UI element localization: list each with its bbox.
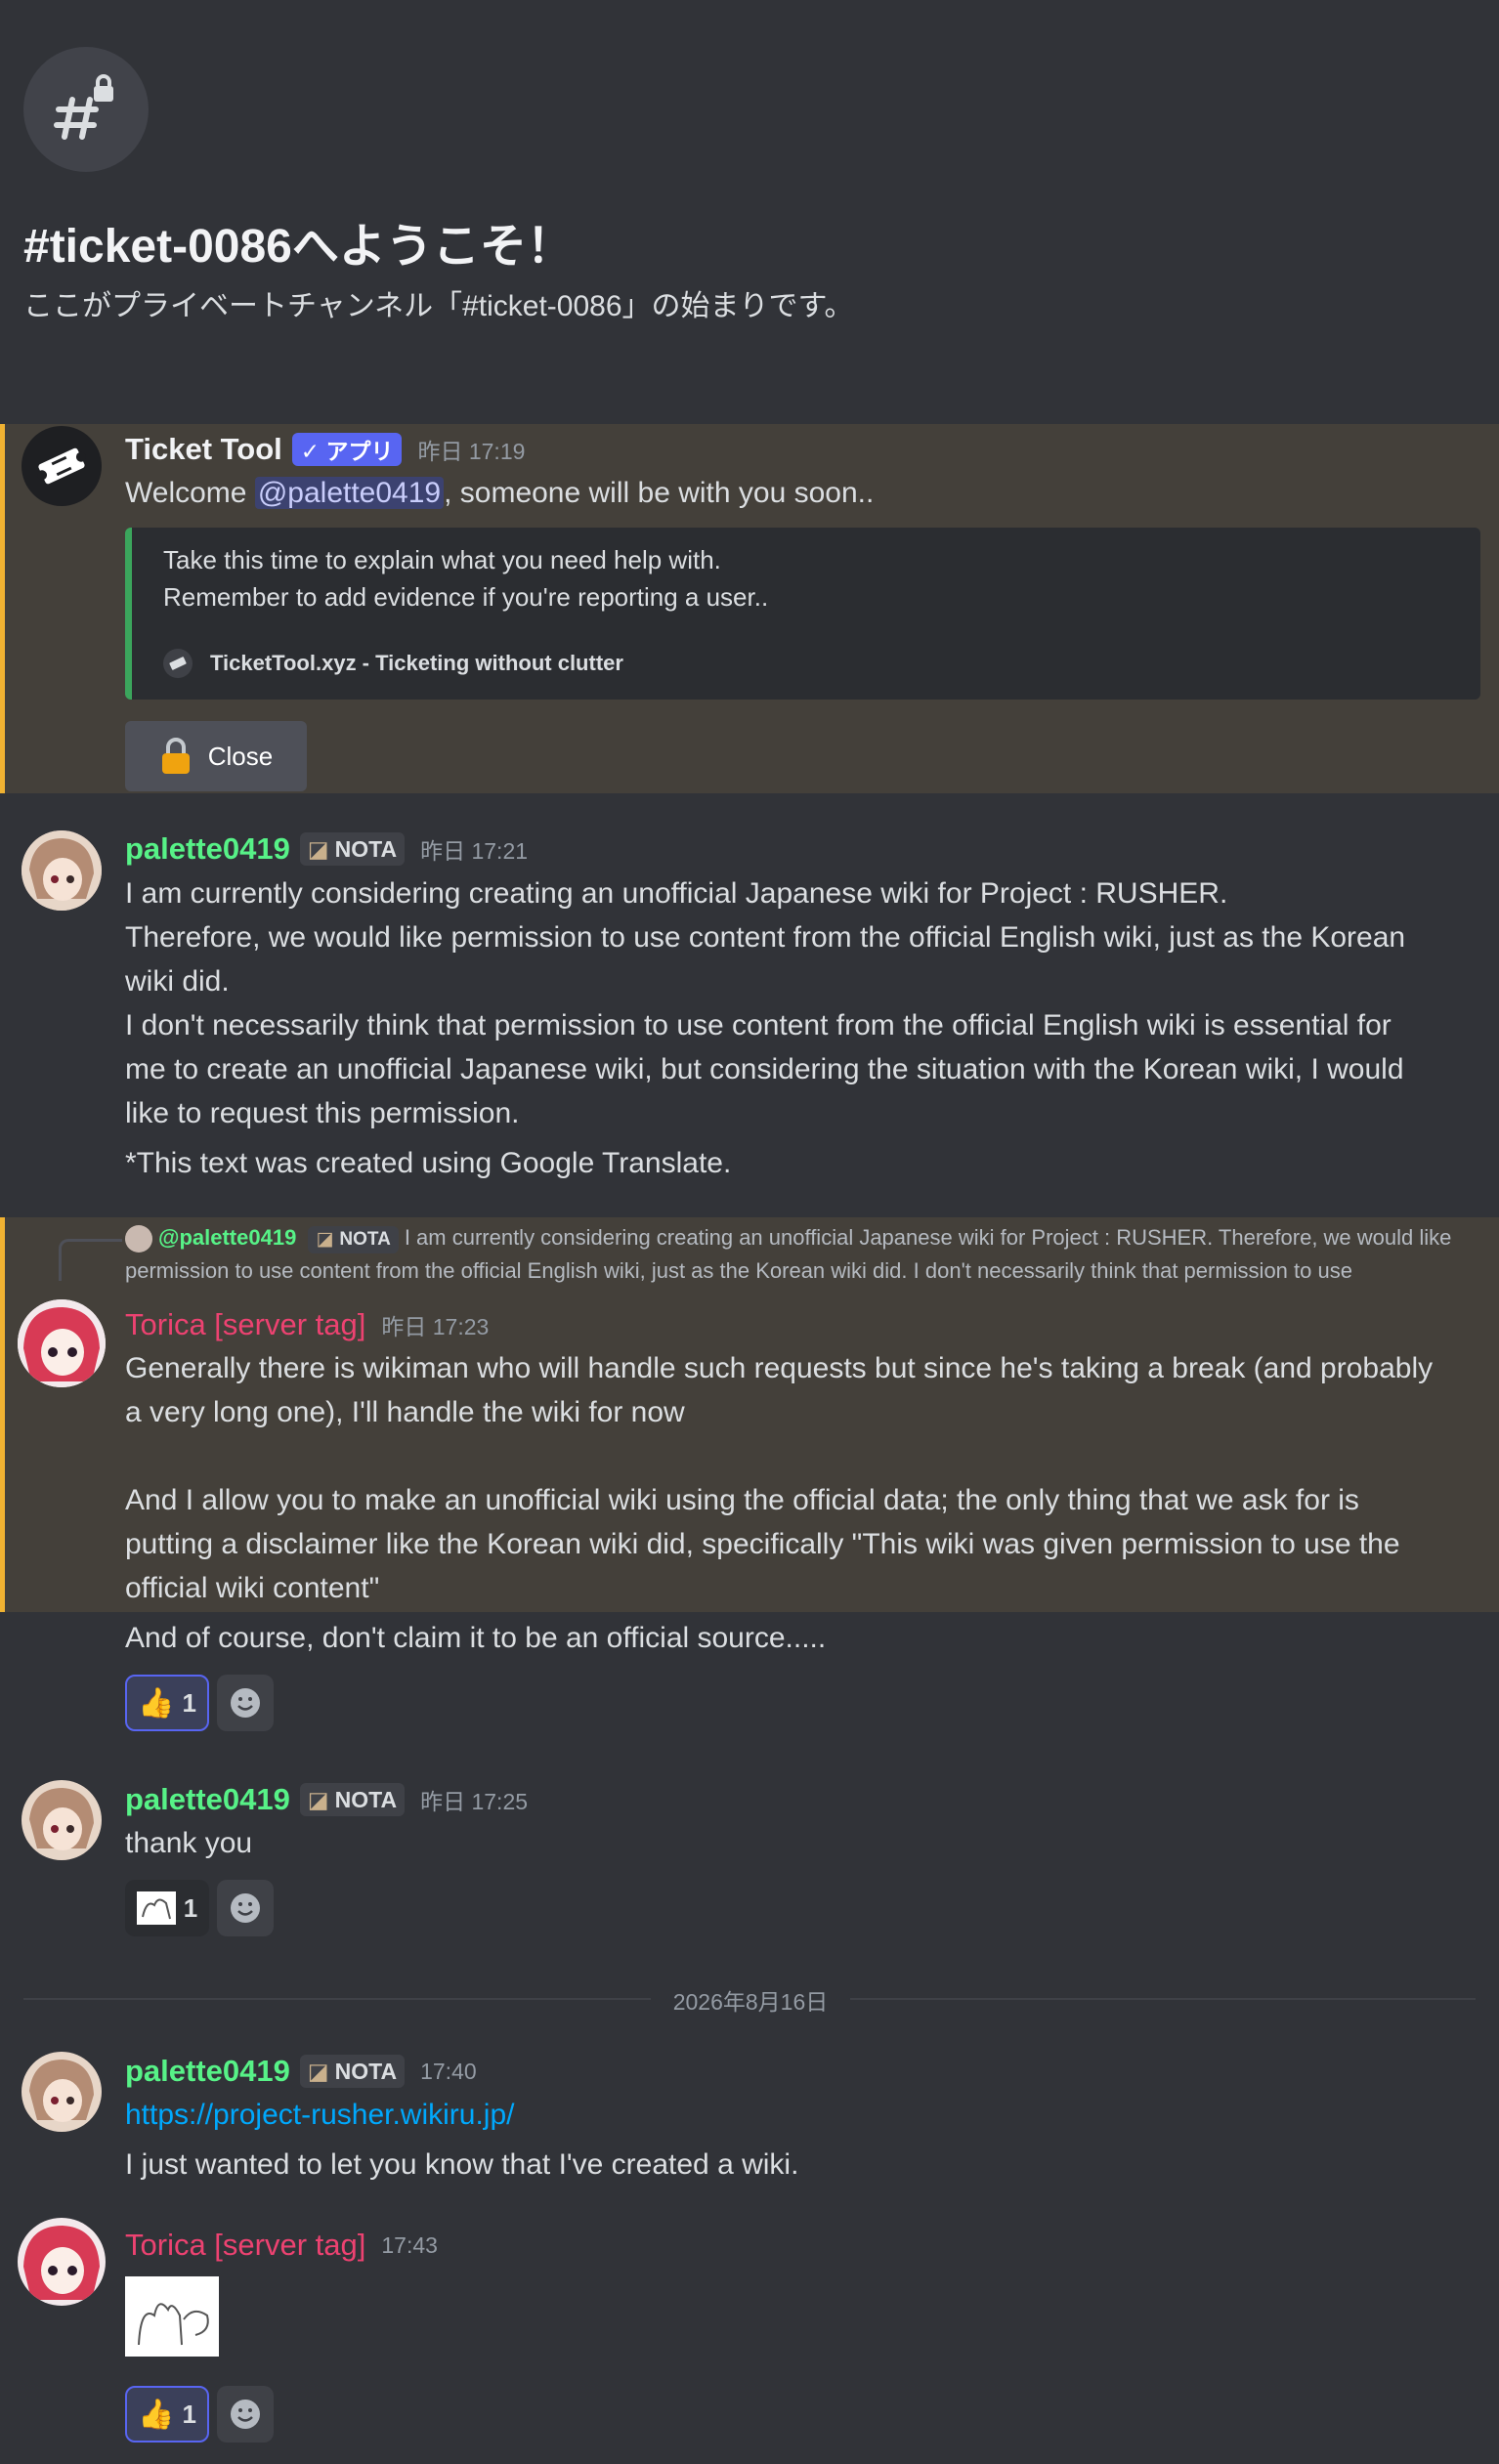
timestamp: 17:43 [381, 2231, 438, 2258]
message-line: *This text was created using Google Tran… [125, 1147, 732, 1179]
welcome-title: #ticket-0086へようこそ！ [23, 221, 574, 273]
message-line: And I allow you to make an unofficial wi… [125, 1484, 1359, 1516]
message-line: official wiki content" [125, 1572, 380, 1604]
torica-avatar[interactable] [18, 1299, 106, 1387]
reaction-count: 1 [182, 1687, 196, 1718]
server-tag: ◪ NOTA [299, 832, 406, 866]
reaction-thumbs-up[interactable]: 👍 1 [125, 1675, 209, 1731]
shell-icon: ◪ [307, 1786, 329, 1812]
smiley-icon [231, 1893, 260, 1923]
timestamp: 昨日 17:25 [420, 1789, 529, 1814]
timestamp: 昨日 17:19 [417, 439, 526, 464]
lock-icon [161, 738, 190, 774]
server-tag: ◪ NOTA [299, 2055, 406, 2088]
embed-line: Remember to add evidence if you're repor… [163, 582, 769, 612]
add-reaction-button[interactable] [217, 1880, 274, 1936]
welcome-subtitle: ここがプライベートチャンネル「#ticket-0086」の始まりです。 [23, 290, 854, 322]
reply-connector [59, 1239, 122, 1281]
embed-footer: TicketTool.xyz - Ticketing without clutt… [163, 649, 623, 678]
server-tag: ◪ NOTA [308, 1226, 399, 1253]
wiki-link[interactable]: https://project-rusher.wikiru.jp/ [125, 2093, 514, 2137]
author-name[interactable]: palette0419 [125, 2054, 290, 2089]
message-line: me to create an unofficial Japanese wiki… [125, 1053, 1404, 1085]
private-channel-hash-icon [54, 74, 113, 140]
add-reaction-button[interactable] [217, 2386, 274, 2443]
message-line: wiki did. [125, 965, 230, 998]
sketch-emoji-icon [136, 1891, 176, 1925]
embed-footer-text: TicketTool.xyz - Ticketing without clutt… [210, 651, 623, 675]
reaction-thumbs-up[interactable]: 👍 1 [125, 2386, 209, 2443]
close-button-label: Close [207, 741, 274, 771]
ticket-footer-icon [163, 649, 193, 678]
reaction-count: 1 [182, 2399, 196, 2429]
reply-preview[interactable]: @palette0419 ◪ NOTA I am currently conside… [125, 1221, 1474, 1288]
message-text: Welcome @palette0419, someone will be wi… [125, 471, 874, 515]
thumbs-up-icon: 👍 [138, 1686, 175, 1720]
reactions: 1 [125, 1880, 274, 1936]
message-line: I am currently considering creating an u… [125, 877, 1228, 910]
reply-author: @palette0419 [158, 1225, 297, 1250]
embed: Take this time to explain what you need … [125, 528, 1480, 700]
server-tag-label: NOTA [334, 2058, 398, 2084]
reactions: 👍 1 [125, 1675, 274, 1731]
shell-icon: ◪ [316, 1229, 334, 1250]
attached-image[interactable] [125, 2276, 219, 2357]
ticket-icon [37, 447, 86, 485]
anime-avatar-icon [21, 2052, 102, 2132]
embed-description: Take this time to explain what you need … [163, 541, 768, 616]
reaction-custom-emoji[interactable]: 1 [125, 1880, 209, 1936]
author-name[interactable]: palette0419 [125, 1782, 290, 1817]
anime-avatar-icon [21, 1780, 102, 1860]
shell-icon: ◪ [307, 2058, 329, 2084]
server-tag-label: NOTA [339, 1229, 391, 1250]
message-text: Generally there is wikiman who will hand… [125, 1346, 1483, 1660]
anime-avatar-icon [21, 830, 102, 911]
sketch-image-icon [125, 2276, 219, 2357]
message-line: I don't necessarily think that permissio… [125, 1009, 1392, 1041]
palette-avatar[interactable] [21, 830, 102, 911]
author-name[interactable]: palette0419 [125, 831, 290, 867]
add-reaction-button[interactable] [217, 1675, 274, 1731]
app-badge: ✓ アプリ [291, 433, 403, 466]
author-name[interactable]: Ticket Tool [125, 432, 282, 467]
message-text: thank you [125, 1827, 253, 1859]
message-line: Therefore, we would like permission to u… [125, 921, 1406, 954]
server-tag-label: NOTA [334, 1786, 398, 1812]
timestamp: 昨日 17:23 [381, 1314, 490, 1339]
message-line: putting a disclaimer like the Korean wik… [125, 1528, 1400, 1560]
message-text: I am currently considering creating an u… [125, 871, 1483, 1185]
message-line: like to request this permission. [125, 1097, 520, 1129]
reaction-count: 1 [183, 1892, 198, 1923]
torica-avatar[interactable] [18, 2218, 106, 2306]
timestamp: 17:40 [420, 2058, 477, 2084]
shell-icon: ◪ [307, 835, 329, 862]
close-ticket-button[interactable]: Close [125, 721, 307, 791]
date-divider: 2026年8月16日 [651, 1983, 850, 2017]
author-name[interactable]: Torica [server tag] [125, 2228, 365, 2263]
message-text-start: Welcome [125, 477, 255, 509]
reply-avatar [125, 1225, 152, 1253]
user-mention[interactable]: @palette0419 [254, 477, 445, 509]
reactions: 👍 1 [125, 2386, 274, 2443]
channel-icon [23, 47, 149, 172]
smiley-icon [231, 2400, 260, 2429]
message-line: a very long one), I'll handle the wiki f… [125, 1396, 685, 1428]
smiley-icon [231, 1688, 260, 1718]
message-text-end: , someone will be with you soon.. [444, 477, 875, 509]
thumbs-up-icon: 👍 [138, 2398, 175, 2431]
palette-avatar[interactable] [21, 2052, 102, 2132]
embed-line: Take this time to explain what you need … [163, 545, 721, 574]
timestamp: 昨日 17:21 [420, 838, 529, 864]
server-tag: ◪ NOTA [299, 1783, 406, 1816]
palette-avatar[interactable] [21, 1780, 102, 1860]
message-line: Generally there is wikiman who will hand… [125, 1352, 1434, 1384]
anime-avatar-icon [18, 1299, 106, 1387]
ticket-tool-avatar[interactable] [21, 426, 102, 506]
anime-avatar-icon [18, 2218, 106, 2306]
message-text: I just wanted to let you know that I've … [125, 2148, 799, 2181]
message-line [125, 1434, 1483, 1478]
message-line: And of course, don't claim it to be an o… [125, 1622, 827, 1654]
server-tag-label: NOTA [334, 835, 398, 862]
author-name[interactable]: Torica [server tag] [125, 1307, 365, 1342]
